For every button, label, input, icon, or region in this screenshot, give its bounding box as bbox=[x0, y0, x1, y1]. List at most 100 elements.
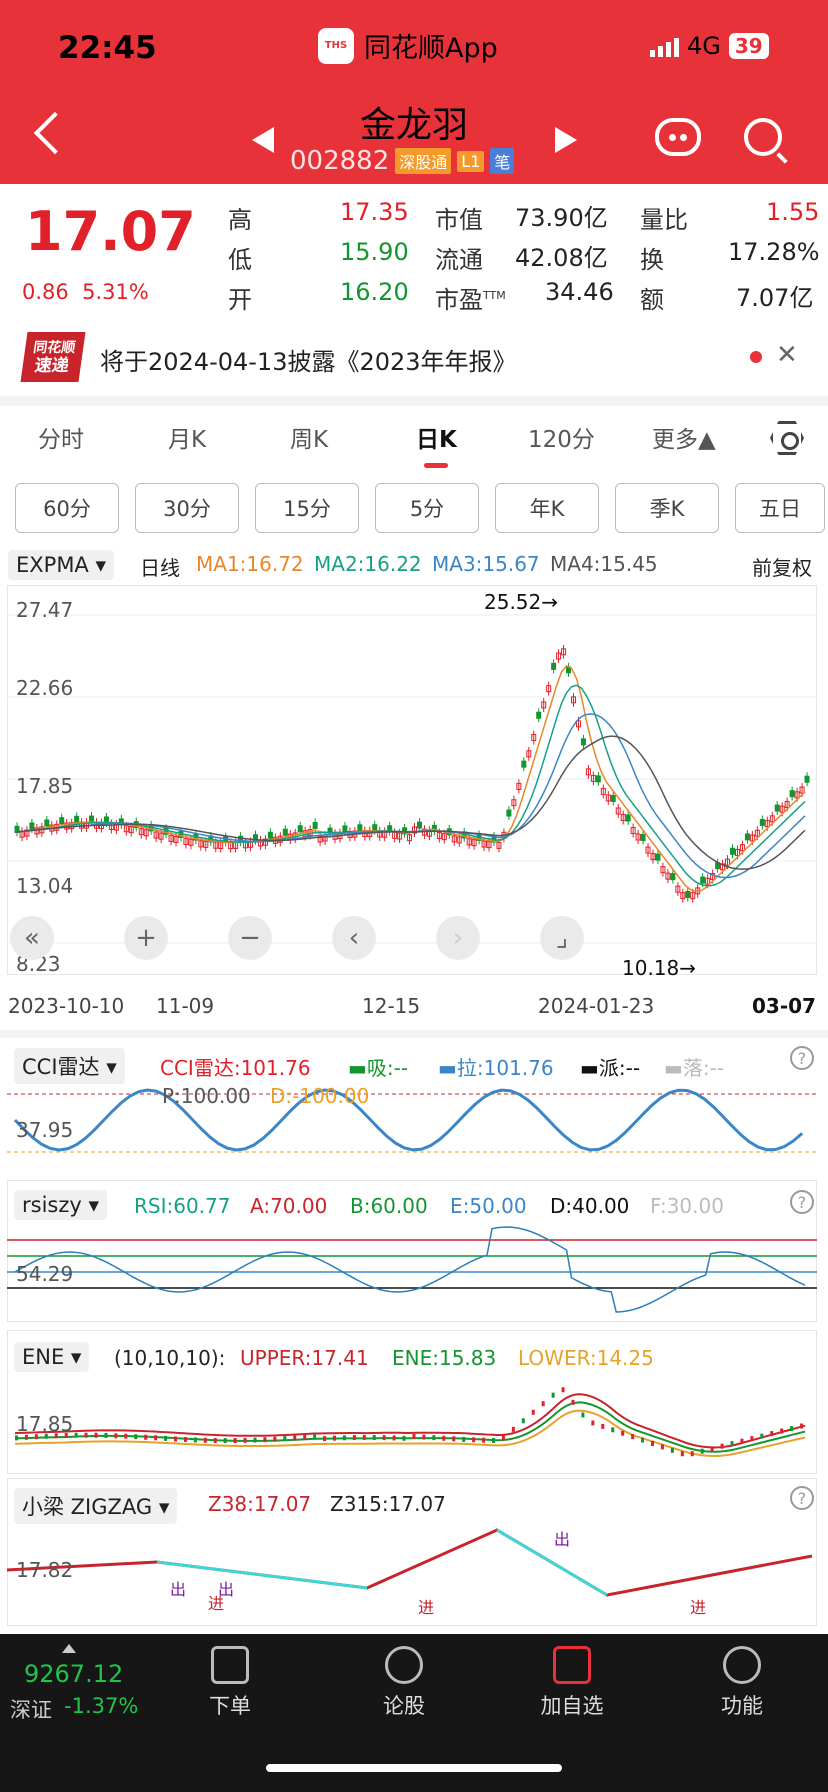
candle bbox=[610, 794, 616, 802]
ene-candle bbox=[800, 1423, 804, 1429]
help-icon[interactable]: ? bbox=[790, 1190, 814, 1214]
nav-forum[interactable]: 论股 bbox=[344, 1646, 464, 1720]
fullscreen-button[interactable]: ⌟ bbox=[540, 916, 584, 960]
max-price-note: 25.52→ bbox=[484, 590, 559, 614]
notice-text[interactable]: 将于2024-04-13披露《2023年年报》 bbox=[100, 342, 517, 377]
zigzag-selector[interactable]: 小梁 ZIGZAG ▾ bbox=[14, 1488, 178, 1524]
ene-candle bbox=[174, 1436, 177, 1442]
ene-candle bbox=[303, 1434, 307, 1440]
ene-candle bbox=[740, 1438, 744, 1444]
nav-functions[interactable]: 功能 bbox=[682, 1646, 802, 1720]
status-indicators: 4G 39 bbox=[650, 32, 769, 60]
change-pct: 5.31% bbox=[82, 280, 149, 304]
vr-value: 1.55 bbox=[766, 198, 820, 226]
kline-chart[interactable] bbox=[7, 585, 817, 975]
adjust-label[interactable]: 前复权 bbox=[752, 552, 812, 581]
period-30min[interactable]: 30分 bbox=[135, 483, 239, 533]
ene-candle bbox=[323, 1436, 327, 1442]
zigzag-down-segment bbox=[496, 1528, 608, 1597]
candle bbox=[655, 853, 661, 861]
candle bbox=[312, 821, 318, 829]
index-value[interactable]: 9267.12 bbox=[24, 1660, 123, 1688]
ene-candle bbox=[342, 1435, 346, 1441]
ene-candle bbox=[154, 1435, 158, 1441]
fast-back-button[interactable]: « bbox=[10, 916, 54, 960]
close-icon[interactable]: ✕ bbox=[776, 340, 798, 370]
zoom-out-button[interactable]: − bbox=[228, 916, 272, 960]
vr-label: 量比 bbox=[640, 206, 688, 234]
app-title: THS 同花顺App bbox=[318, 26, 498, 65]
zigzag-down-segment bbox=[156, 1560, 368, 1590]
ene-band bbox=[14, 1393, 806, 1449]
candle bbox=[44, 819, 50, 827]
search-icon[interactable] bbox=[744, 118, 782, 156]
candle bbox=[744, 833, 750, 841]
cci-selector[interactable]: CCI雷达 ▾ bbox=[14, 1048, 125, 1084]
cci-chart[interactable] bbox=[7, 1080, 817, 1170]
ma3-label: MA3:15.67 bbox=[432, 552, 540, 576]
tab-monthly[interactable]: 月K bbox=[168, 420, 206, 454]
ene-candle bbox=[313, 1434, 317, 1440]
status-time: 22:45 bbox=[58, 30, 157, 66]
period-quarter[interactable]: 季K bbox=[615, 483, 719, 533]
candle bbox=[521, 760, 527, 768]
scroll-left-button[interactable]: ‹ bbox=[332, 916, 376, 960]
ene-candle bbox=[273, 1436, 277, 1442]
tab-indicator bbox=[424, 463, 448, 468]
ene-candle bbox=[462, 1436, 466, 1442]
zigzag-z38: Z38:17.07 bbox=[208, 1492, 312, 1516]
ene-candle bbox=[243, 1437, 247, 1443]
rsi-selector[interactable]: rsiszy ▾ bbox=[14, 1190, 108, 1220]
ma4-label: MA4:15.45 bbox=[550, 552, 658, 576]
tab-weekly[interactable]: 周K bbox=[290, 420, 328, 454]
candle bbox=[282, 828, 288, 836]
zoom-in-button[interactable]: + bbox=[124, 916, 168, 960]
ene-candle bbox=[492, 1437, 495, 1443]
nav-order[interactable]: 下单 bbox=[170, 1646, 290, 1720]
ene-chart[interactable] bbox=[7, 1372, 817, 1472]
ene-candle bbox=[521, 1418, 525, 1424]
ma-line bbox=[14, 684, 806, 887]
candle bbox=[372, 824, 378, 832]
period-60min[interactable]: 60分 bbox=[15, 483, 119, 533]
ene-candle bbox=[511, 1426, 515, 1432]
scroll-right-button[interactable]: › bbox=[436, 916, 480, 960]
ene-candle bbox=[253, 1437, 257, 1443]
x-label-3: 2024-01-23 bbox=[538, 994, 655, 1018]
rsi-chart[interactable] bbox=[7, 1222, 817, 1318]
expand-icon[interactable] bbox=[62, 1644, 76, 1653]
cci-y-label: 37.95 bbox=[16, 1118, 74, 1142]
ene-selector[interactable]: ENE ▾ bbox=[14, 1342, 90, 1372]
candle bbox=[700, 876, 706, 884]
help-icon[interactable]: ? bbox=[790, 1486, 814, 1510]
candle bbox=[625, 814, 631, 822]
period-year[interactable]: 年K bbox=[495, 483, 599, 533]
settings-icon[interactable] bbox=[770, 421, 804, 455]
signal-icon bbox=[650, 35, 679, 57]
candle bbox=[74, 815, 80, 823]
zigzag-mark-in: 进 bbox=[690, 1598, 707, 1617]
cci-xi: ▬吸:-- bbox=[348, 1056, 409, 1080]
tab-120min[interactable]: 120分 bbox=[528, 420, 595, 454]
low-value: 15.90 bbox=[340, 238, 409, 266]
tab-daily[interactable]: 日K bbox=[416, 420, 457, 454]
ene-candle bbox=[74, 1432, 78, 1438]
high-value: 17.35 bbox=[340, 198, 409, 226]
help-icon[interactable]: ? bbox=[790, 1046, 814, 1070]
ene-candle bbox=[203, 1437, 207, 1443]
tab-timeshare[interactable]: 分时 bbox=[38, 420, 84, 454]
robot-icon[interactable] bbox=[655, 118, 701, 156]
rsi-d: D:40.00 bbox=[550, 1194, 630, 1218]
divider bbox=[0, 1030, 828, 1038]
candle bbox=[789, 790, 795, 798]
period-15min[interactable]: 15分 bbox=[255, 483, 359, 533]
ene-candle bbox=[770, 1431, 774, 1437]
period-5min[interactable]: 5分 bbox=[375, 483, 479, 533]
indicator-selector[interactable]: EXPMA ▾ bbox=[8, 550, 115, 580]
ma2-label: MA2:16.22 bbox=[314, 552, 422, 576]
tab-more[interactable]: 更多▲ bbox=[652, 420, 716, 454]
stock-name: 金龙羽 bbox=[359, 105, 468, 146]
nav-add-watchlist[interactable]: 加自选 bbox=[512, 1646, 632, 1720]
period-5day[interactable]: 五日 bbox=[735, 483, 825, 533]
candle bbox=[357, 824, 363, 832]
